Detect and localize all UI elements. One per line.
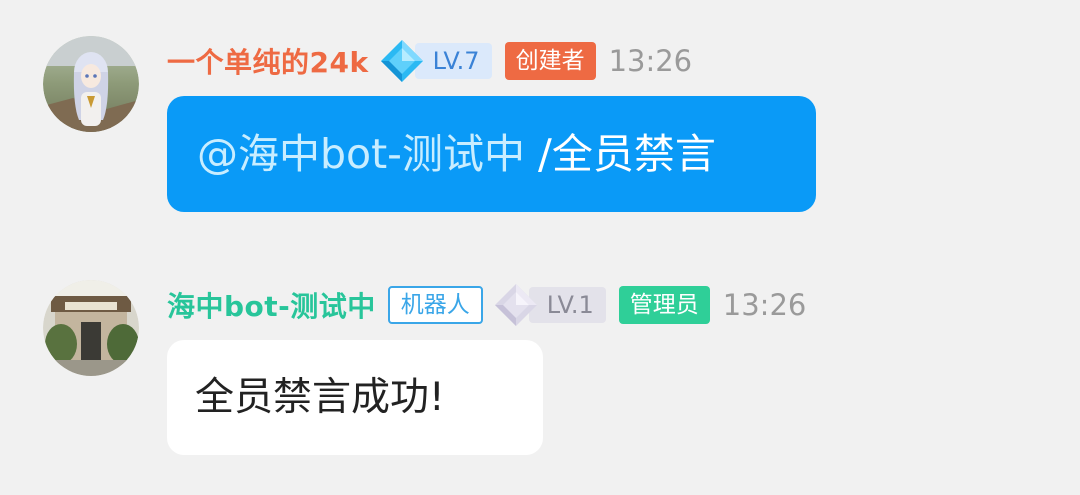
avatar[interactable]	[43, 280, 139, 376]
chat-message-list: 一个单纯的24k LV.7 创建者 13:26 @海中bot-测试中 /全员禁言	[0, 0, 1080, 495]
message-text: 全员禁言成功!	[195, 375, 445, 420]
bot-tag: 机器人	[387, 286, 483, 324]
message-bubble-incoming[interactable]: 全员禁言成功!	[167, 340, 543, 455]
role-badge-admin: 管理员	[618, 286, 710, 324]
level-text: LV.1	[528, 287, 606, 323]
blue-diamond-icon	[380, 40, 423, 82]
sender-name[interactable]: 海中bot-测试中	[167, 285, 376, 325]
gray-diamond-icon	[494, 284, 537, 326]
timestamp: 13:26	[722, 288, 807, 322]
level-badge: LV.1	[493, 284, 606, 326]
message-item: 海中bot-测试中 机器人 LV.1 管理员 13:26 全员禁言成功!	[0, 0, 1080, 495]
message-header: 海中bot-测试中 机器人 LV.1 管理员 13:26	[167, 283, 806, 327]
